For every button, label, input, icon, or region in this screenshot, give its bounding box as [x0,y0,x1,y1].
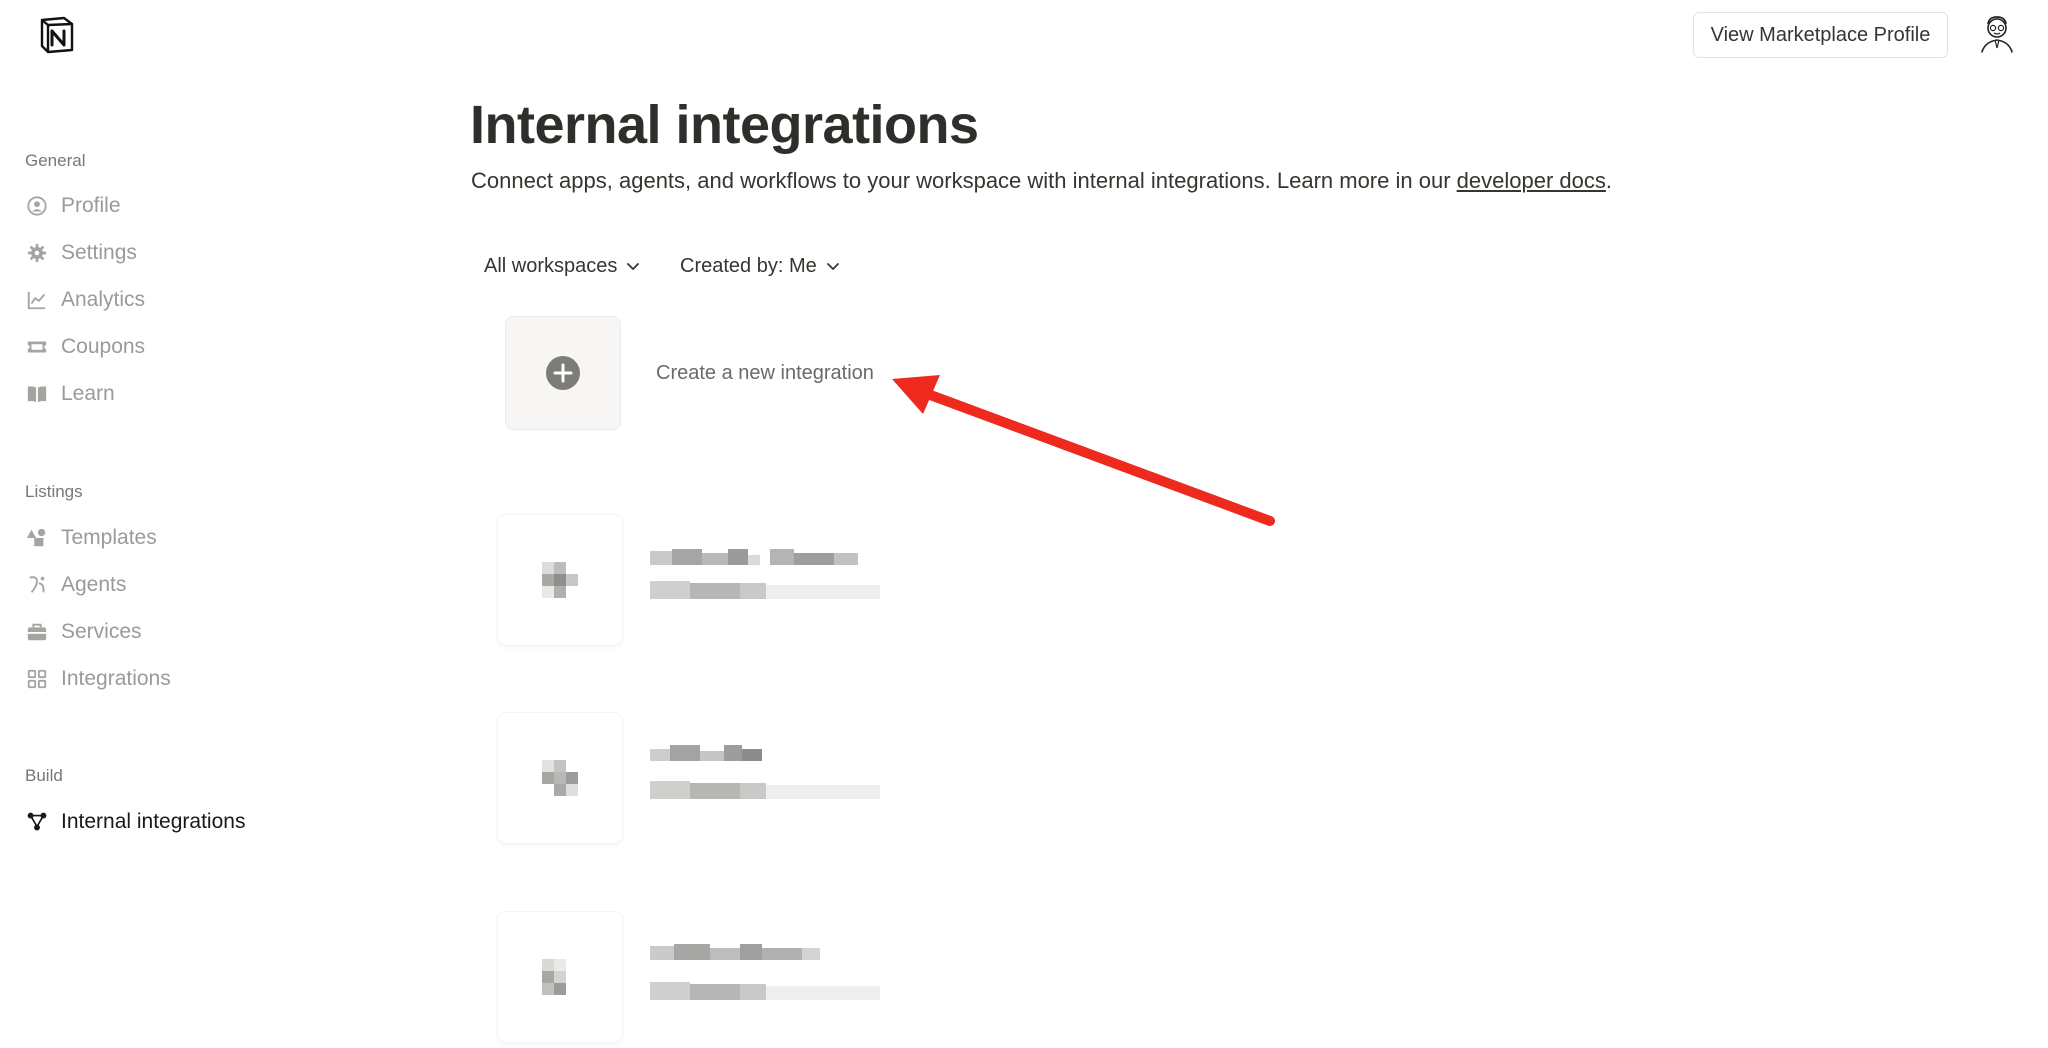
section-label-listings: Listings [25,482,83,501]
integration-card-2[interactable] [498,713,622,843]
page: View Marketplace Profile General Profile… [0,0,2048,1048]
view-marketplace-profile-button[interactable]: View Marketplace Profile [1693,12,1948,58]
agent-icon [25,573,49,597]
briefcase-icon [25,620,49,644]
plus-circle-icon [546,356,580,390]
created-by-filter-label: Created by: Me [680,254,817,277]
ticket-icon [25,335,49,359]
sidebar-item-services[interactable]: Services [25,613,285,651]
sidebar-item-label: Services [61,620,142,643]
book-icon [25,382,49,406]
redacted-icon [542,562,578,598]
gear-icon [25,241,49,265]
sidebar-item-internal-integrations[interactable]: Internal integrations [25,803,285,841]
sidebar-item-agents[interactable]: Agents [25,566,285,604]
sidebar-item-label: Internal integrations [61,810,246,833]
create-integration-card[interactable] [505,316,621,430]
integration-card-1[interactable] [498,515,622,645]
sidebar-item-label: Profile [61,194,121,217]
nodes-icon [25,810,49,834]
sidebar-item-label: Templates [61,526,157,549]
sidebar-item-coupons[interactable]: Coupons [25,328,285,366]
sidebar-item-profile[interactable]: Profile [25,187,285,225]
user-circle-icon [25,194,49,218]
sidebar-item-label: Learn [61,382,115,405]
redacted-integration-name[interactable] [650,942,820,962]
redacted-integration-meta [650,581,880,599]
sidebar-item-learn[interactable]: Learn [25,375,285,413]
description-suffix: . [1605,168,1612,193]
redacted-integration-meta [650,781,880,799]
integration-card-3[interactable] [498,912,622,1042]
grid-icon [25,667,49,691]
workspace-filter-dropdown[interactable]: All workspaces [484,248,641,284]
sidebar-item-templates[interactable]: Templates [25,519,285,557]
section-label-general: General [25,151,86,170]
page-description: Connect apps, agents, and workflows to y… [471,168,1612,194]
section-label-build: Build [25,766,63,785]
redacted-integration-name[interactable] [650,743,770,763]
sidebar-item-label: Integrations [61,667,171,690]
sidebar-item-integrations[interactable]: Integrations [25,660,285,698]
created-by-filter-dropdown[interactable]: Created by: Me [680,248,841,284]
workspace-filter-label: All workspaces [484,254,618,277]
sidebar-item-label: Settings [61,241,137,264]
sidebar-item-label: Coupons [61,335,146,358]
page-title: Internal integrations [470,95,979,155]
description-text: Connect apps, agents, and workflows to y… [471,168,1457,193]
developer-docs-link[interactable]: developer docs [1457,168,1606,193]
redacted-integration-meta [650,982,880,1000]
shapes-icon [25,526,49,550]
line-chart-icon [25,288,49,312]
redacted-integration-name[interactable] [650,547,858,567]
create-integration-link[interactable]: Create a new integration [656,362,874,385]
sidebar-item-settings[interactable]: Settings [25,234,285,272]
redacted-icon [542,760,578,796]
avatar[interactable] [1973,10,2021,58]
chevron-down-icon [627,263,640,270]
sidebar-item-analytics[interactable]: Analytics [25,281,285,319]
sidebar: General Profile Settings Analytics Coupo… [0,0,330,1048]
sidebar-item-label: Analytics [61,288,146,311]
chevron-down-icon [826,263,839,270]
sidebar-item-label: Agents [61,573,127,596]
redacted-icon [542,959,566,995]
